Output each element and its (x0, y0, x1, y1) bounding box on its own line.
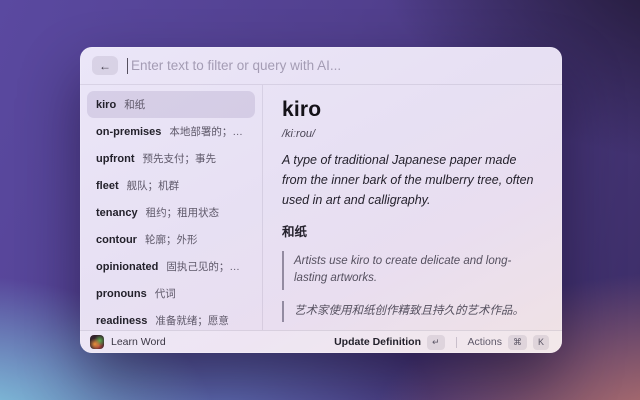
translation-heading: 和纸 (282, 225, 308, 239)
action-bar: Learn Word Update Definition ↵ Actions ⌘… (80, 330, 562, 353)
list-item-readiness[interactable]: readiness 准备就绪；愿意 (87, 307, 255, 330)
definition-panel: kiro /kiːrou/ A type of traditional Japa… (263, 85, 562, 330)
actions-button[interactable]: Actions ⌘ K (465, 333, 552, 352)
word-label: upfront (96, 152, 135, 165)
pronunciation: /kiːrou/ (282, 128, 316, 140)
word-label: kiro (96, 98, 117, 111)
word-label: pronouns (96, 287, 147, 300)
list-item-on-premises[interactable]: on-premises 本地部署的；在场所内的 (87, 118, 255, 145)
word-title: kiro (282, 98, 322, 121)
word-label: contour (96, 233, 137, 246)
word-label: opinionated (96, 260, 159, 273)
cmd-key-badge: ⌘ (507, 334, 527, 350)
translation-label: 轮廓；外形 (144, 234, 198, 246)
translation-label: 固执己见的；有主见的 (166, 261, 246, 273)
update-definition-label: Update Definition (334, 336, 421, 348)
translation-label: 租约；租用状态 (145, 207, 220, 219)
app-name: Learn Word (111, 336, 166, 348)
translation-label: 舰队；机群 (126, 180, 180, 192)
word-label: on-premises (96, 125, 162, 138)
list-item-contour[interactable]: contour 轮廓；外形 (87, 226, 255, 253)
word-label: readiness (96, 314, 148, 327)
word-list: kiro 和纸 on-premises 本地部署的；在场所内的 upfront … (80, 85, 263, 330)
list-item-upfront[interactable]: upfront 预先支付；事先 (87, 145, 255, 172)
list-item-kiro[interactable]: kiro 和纸 (87, 91, 255, 118)
return-key-badge: ↵ (427, 334, 445, 350)
example-sentence-zh: 艺术家使用和纸创作精致且持久的艺术作品。 (282, 300, 543, 322)
translation-label: 代词 (154, 288, 176, 300)
list-item-opinionated[interactable]: opinionated 固执己见的；有主见的 (87, 253, 255, 280)
list-item-tenancy[interactable]: tenancy 租约；租用状态 (87, 199, 255, 226)
back-button[interactable]: ← (92, 56, 118, 75)
example-sentence-en: Artists use kiro to create delicate and … (282, 251, 543, 290)
translation-label: 准备就绪；愿意 (155, 315, 229, 327)
learn-word-window: ← kiro 和纸 on-premises 本地部署的；在场所内的 upfron… (80, 47, 562, 353)
list-item-fleet[interactable]: fleet 舰队；机群 (87, 172, 255, 199)
learn-word-app-icon (90, 335, 104, 349)
actions-label: Actions (467, 336, 502, 348)
search-input[interactable] (131, 58, 550, 73)
translation-label: 预先支付；事先 (142, 153, 216, 165)
window-body: kiro 和纸 on-premises 本地部署的；在场所内的 upfront … (80, 85, 562, 330)
word-label: tenancy (96, 206, 138, 219)
word-label: fleet (96, 179, 119, 192)
footer-divider (455, 336, 457, 348)
update-definition-button[interactable]: Update Definition ↵ (331, 333, 447, 352)
search-bar: ← (80, 47, 562, 85)
translation-label: 本地部署的；在场所内的 (169, 126, 246, 138)
k-key-badge: K (532, 334, 549, 350)
list-item-pronouns[interactable]: pronouns 代词 (87, 280, 255, 307)
text-caret (127, 57, 128, 74)
app-chip: Learn Word (90, 335, 166, 349)
translation-label: 和纸 (124, 99, 146, 111)
definition-text: A type of traditional Japanese paper mad… (282, 153, 534, 207)
